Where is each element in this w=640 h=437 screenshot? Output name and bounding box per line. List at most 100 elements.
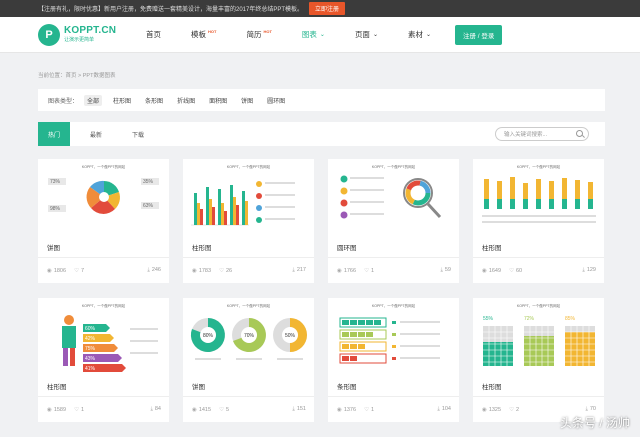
svg-text:75%: 75%: [85, 346, 96, 352]
download-count: 246: [151, 267, 161, 273]
card-title[interactable]: 柱形图: [192, 242, 212, 252]
heart-icon[interactable]: ♡: [74, 268, 79, 274]
card-thumbnail[interactable]: KOPPT，一个做PPT的网站: [328, 159, 459, 235]
view-count: 1649: [488, 267, 502, 274]
nav-item-home[interactable]: 首页: [146, 29, 161, 40]
download-icon[interactable]: ⤓: [292, 267, 294, 274]
card-title[interactable]: 柱形图: [482, 242, 502, 252]
download-icon[interactable]: ⤓: [582, 267, 584, 274]
download-icon[interactable]: ⤓: [440, 267, 442, 274]
heart-icon[interactable]: ♡: [219, 407, 224, 413]
filter-option-column[interactable]: 柱形图: [110, 95, 134, 106]
template-card[interactable]: KOPPT，一个做PPT的网站 条形图 ◉ 1376 ♡ 1 ⤓ 104: [328, 298, 459, 422]
filter-option-bar[interactable]: 条形图: [142, 95, 166, 106]
card-title[interactable]: 饼图: [192, 381, 205, 391]
nav-item-pages[interactable]: 页面 ⌄: [355, 29, 378, 40]
heart-icon[interactable]: ♡: [509, 407, 514, 413]
filter-option-all[interactable]: 全部: [84, 94, 103, 106]
svg-text:41%: 41%: [85, 366, 96, 372]
login-register-button[interactable]: 注册 / 登录: [455, 24, 503, 45]
nav-item-materials[interactable]: 素材 ⌄: [408, 29, 431, 40]
sort-tabs: 热门 最新 下载 输入关键词搜索...: [38, 122, 605, 146]
promo-register-button[interactable]: 立即注册: [309, 2, 346, 15]
nav-item-resume[interactable]: 简历 HOT: [246, 29, 271, 40]
view-count: 1766: [343, 267, 357, 274]
template-card[interactable]: KOPPT，一个做PPT的网站 柱形图 ◉ 1649 ♡ 60 ⤓ 129: [473, 159, 604, 283]
eye-icon: ◉: [47, 406, 52, 413]
download-icon[interactable]: ⤓: [150, 406, 152, 413]
logo-subtitle: 让演示更简单: [64, 37, 95, 43]
hot-badge: HOT: [208, 29, 217, 34]
card-title[interactable]: 条形图: [337, 381, 357, 391]
view-count: 1783: [198, 267, 212, 274]
breadcrumb: 当前位置：首页 > PPT数据图表: [38, 73, 116, 79]
template-card[interactable]: KOPPT，一个做PPT的网站 60% 42% 75% 43% 41% 柱形图 …: [38, 298, 169, 422]
view-count: 1325: [488, 406, 502, 413]
tab-newest[interactable]: 最新: [80, 122, 112, 146]
download-icon[interactable]: ⤓: [147, 267, 149, 274]
svg-text:73%: 73%: [50, 179, 61, 185]
chevron-down-icon: ⌄: [319, 32, 325, 38]
filter-option-area[interactable]: 面积图: [206, 95, 230, 106]
card-thumbnail[interactable]: KOPPT，一个做PPT的网站 60% 42% 75% 43% 41%: [38, 298, 169, 374]
download-count: 217: [296, 267, 306, 273]
download-count: 151: [296, 406, 306, 412]
tab-hot[interactable]: 热门: [38, 122, 70, 146]
filter-option-donut[interactable]: 圆环图: [264, 95, 288, 106]
card-title[interactable]: 圆环图: [337, 242, 357, 252]
card-title[interactable]: 饼图: [47, 242, 60, 252]
download-count: 129: [586, 267, 596, 273]
svg-text:KOPPT，一个做PPT的网站: KOPPT，一个做PPT的网站: [517, 303, 561, 308]
card-title[interactable]: 柱形图: [482, 381, 502, 391]
svg-text:70%: 70%: [244, 333, 255, 339]
card-thumbnail[interactable]: KOPPT，一个做PPT的网站 80% 70% 50%: [183, 298, 314, 374]
card-thumbnail[interactable]: KOPPT，一个做PPT的网站: [328, 298, 459, 374]
template-card[interactable]: KOPPT，一个做PPT的网站 55% 72% 85% 柱形图 ◉ 1325 ♡ 2…: [473, 298, 604, 422]
card-title[interactable]: 柱形图: [47, 381, 67, 391]
nav-item-templates[interactable]: 模板 HOT: [191, 29, 216, 40]
card-thumbnail[interactable]: KOPPT，一个做PPT的网站 73% 98% 35% 63%: [38, 159, 169, 235]
heart-icon[interactable]: ♡: [219, 268, 224, 274]
view-count: 1415: [198, 406, 212, 413]
main-menu: 首页 模板 HOT 简历 HOT 图表 ⌄ 页面 ⌄ 素材 ⌄ 注册 / 登录: [146, 24, 503, 45]
search-icon[interactable]: [576, 130, 583, 137]
heart-icon[interactable]: ♡: [509, 268, 514, 274]
svg-text:98%: 98%: [50, 206, 61, 212]
search-input[interactable]: 输入关键词搜索...: [504, 130, 547, 138]
card-thumbnail[interactable]: KOPPT，一个做PPT的网站: [183, 159, 314, 235]
download-icon[interactable]: ⤓: [292, 406, 294, 413]
download-icon[interactable]: ⤓: [437, 406, 439, 413]
heart-icon[interactable]: ♡: [74, 407, 79, 413]
like-count: 1: [371, 406, 375, 413]
logo-title: KOPPT.CN: [64, 25, 117, 36]
card-thumbnail[interactable]: KOPPT，一个做PPT的网站: [473, 159, 604, 235]
like-count: 5: [226, 406, 230, 413]
heart-icon[interactable]: ♡: [364, 268, 369, 274]
download-count: 70: [589, 406, 596, 412]
svg-text:55%: 55%: [483, 316, 494, 322]
site-logo[interactable]: P KOPPT.CN 让演示更简单: [38, 23, 138, 46]
svg-text:63%: 63%: [143, 203, 154, 209]
like-count: 7: [81, 267, 85, 274]
download-icon[interactable]: ⤓: [585, 406, 587, 413]
svg-text:72%: 72%: [524, 316, 535, 322]
template-card[interactable]: KOPPT，一个做PPT的网站 柱形图 ◉ 1783 ♡ 26 ⤓ 217: [183, 159, 314, 283]
filter-option-line[interactable]: 折线图: [174, 95, 198, 106]
filter-option-pie[interactable]: 饼图: [238, 95, 256, 106]
tab-downloads[interactable]: 下载: [122, 122, 154, 146]
heart-icon[interactable]: ♡: [364, 407, 369, 413]
card-thumbnail[interactable]: KOPPT，一个做PPT的网站 55% 72% 85%: [473, 298, 604, 374]
svg-text:42%: 42%: [85, 336, 96, 342]
svg-text:50%: 50%: [285, 333, 296, 339]
template-card[interactable]: KOPPT，一个做PPT的网站 73% 98% 35% 63% 饼图 ◉ 1806…: [38, 159, 169, 283]
nav-item-charts[interactable]: 图表 ⌄: [302, 29, 325, 40]
svg-text:KOPPT，一个做PPT的网站: KOPPT，一个做PPT的网站: [517, 164, 561, 169]
template-card[interactable]: KOPPT，一个做PPT的网站 80% 70% 50% 饼图 ◉ 1415 ♡ 5 …: [183, 298, 314, 422]
chevron-down-icon: ⌄: [372, 32, 378, 38]
template-card[interactable]: KOPPT，一个做PPT的网站 圆环图 ◉ 1766 ♡ 1 ⤓ 59: [328, 159, 459, 283]
promo-text: 【注册有礼，限时优惠】新用户注册，免费赠送一套精美设计，海量丰富的2017年终总…: [38, 7, 304, 13]
svg-text:KOPPT，一个做PPT的网站: KOPPT，一个做PPT的网站: [82, 164, 126, 169]
top-nav: P KOPPT.CN 让演示更简单 首页 模板 HOT 简历 HOT 图表 ⌄ 页面 ⌄…: [0, 17, 640, 53]
promo-bar: 【注册有礼，限时优惠】新用户注册，免费赠送一套精美设计，海量丰富的2017年终总…: [0, 0, 640, 17]
search-box[interactable]: 输入关键词搜索...: [495, 127, 589, 141]
